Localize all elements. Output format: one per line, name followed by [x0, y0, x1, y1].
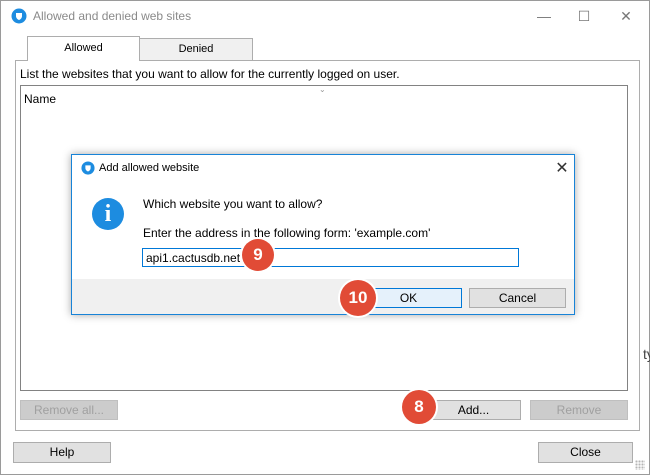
dialog-title-bar[interactable]: Add allowed website ✕	[72, 155, 574, 181]
close-button[interactable]: Close	[538, 442, 633, 463]
dialog-close-button[interactable]: ✕	[552, 158, 572, 178]
close-window-button[interactable]: ✕	[603, 1, 649, 31]
column-header-name[interactable]: Name	[24, 92, 56, 106]
shield-app-icon	[11, 8, 27, 24]
panel-description: List the websites that you want to allow…	[20, 67, 400, 81]
resize-grip-icon[interactable]	[635, 460, 645, 470]
tab-allowed[interactable]: Allowed	[27, 36, 140, 61]
website-address-input[interactable]	[142, 248, 519, 267]
add-button[interactable]: Add...	[426, 400, 521, 420]
background-text-fragment: ty	[643, 346, 650, 362]
dialog-title: Add allowed website	[99, 162, 200, 174]
cancel-button[interactable]: Cancel	[469, 288, 566, 308]
dialog-question: Which website you want to allow?	[143, 197, 323, 211]
step-badge-add: 8	[402, 390, 436, 424]
dialog-hint: Enter the address in the following form:…	[143, 226, 431, 240]
step-badge-input: 9	[242, 239, 274, 271]
window-title: Allowed and denied web sites	[33, 9, 192, 23]
sort-caret-icon: ⌄	[319, 85, 326, 94]
step-badge-ok: 10	[340, 280, 376, 316]
info-icon: i	[92, 198, 124, 230]
tab-denied[interactable]: Denied	[139, 38, 253, 61]
title-bar[interactable]: Allowed and denied web sites — ☐ ✕	[1, 1, 649, 31]
remove-all-button[interactable]: Remove all...	[20, 400, 118, 420]
help-button[interactable]: Help	[13, 442, 111, 463]
remove-button[interactable]: Remove	[530, 400, 628, 420]
maximize-button[interactable]: ☐	[561, 1, 607, 31]
shield-app-icon	[81, 161, 95, 175]
add-website-dialog: Add allowed website ✕ i Which website yo…	[71, 154, 575, 315]
